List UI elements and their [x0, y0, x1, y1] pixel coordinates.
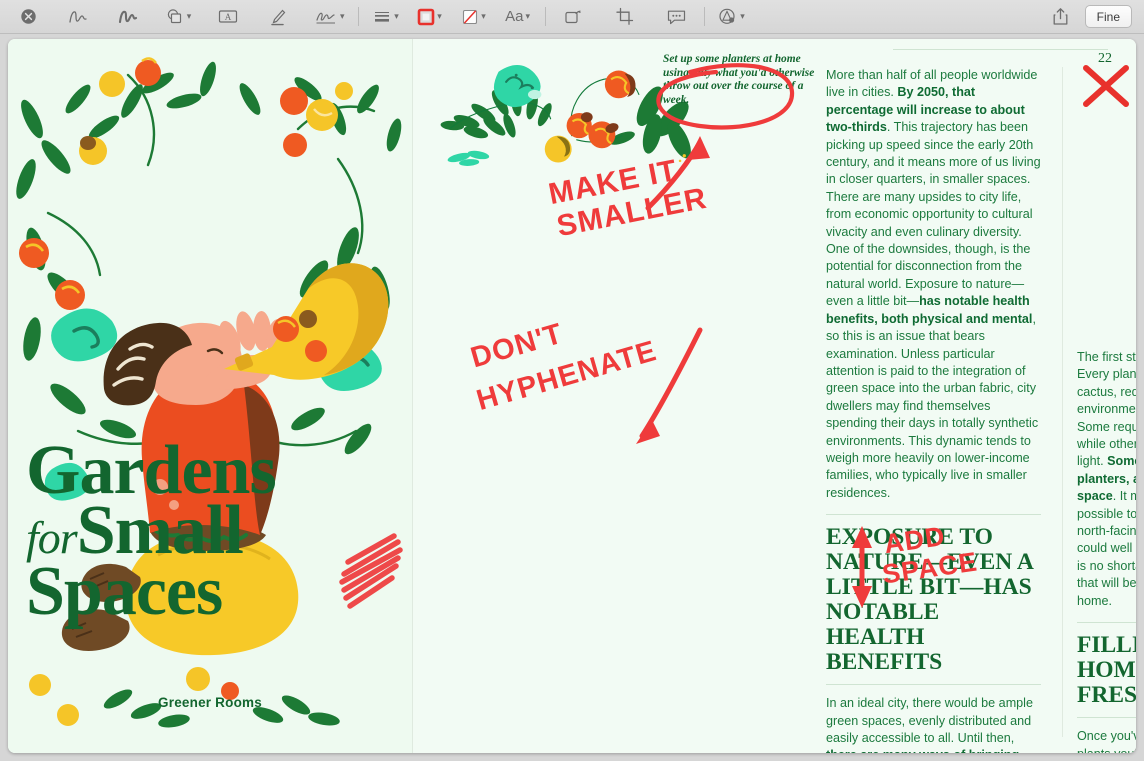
border-color-icon: [417, 8, 435, 25]
annotate-button[interactable]: [659, 4, 695, 30]
cover-illustration: [16, 57, 402, 728]
signature-tool-button[interactable]: ▾: [310, 4, 349, 30]
text-tool-button[interactable]: A: [210, 4, 246, 30]
speech-bubble-icon: [667, 10, 686, 24]
chevron-down-icon: ▾: [525, 11, 530, 21]
column1-paragraph-2: In an ideal city, there would be ample g…: [826, 696, 1033, 753]
chevron-down-icon: ▾: [481, 11, 486, 21]
share-button[interactable]: [1043, 4, 1079, 30]
close-circle-icon: [20, 9, 36, 24]
signature-icon: [316, 12, 335, 24]
fill-color-button[interactable]: ▾: [456, 4, 492, 30]
column2-paragraph-1: The first step is to pick your plants. E…: [1077, 350, 1136, 608]
article-column-1: More than half of all people worldwide l…: [826, 67, 1041, 753]
section-rule: [826, 684, 1041, 686]
column1-paragraph-1: More than half of all people worldwide l…: [826, 68, 1041, 500]
pull-quote: Set up some planters at home using only …: [663, 53, 815, 106]
toolbar-divider: [703, 7, 705, 26]
draw-tool-button[interactable]: [110, 4, 146, 30]
close-markup-button[interactable]: [10, 4, 46, 30]
border-color-button[interactable]: ▾: [412, 4, 448, 30]
share-icon: [1053, 8, 1068, 25]
draw-icon: [118, 10, 138, 23]
shape-style-button[interactable]: ▾: [368, 4, 404, 30]
markup-toolbar: ▾ A ▾ ▾ ▾ ▾ Aa ▾ ▾ Fine: [0, 0, 1144, 34]
shapes-tool-button[interactable]: ▾: [160, 4, 196, 30]
text-box-icon: A: [218, 10, 238, 23]
cover-title-line3: Spaces: [26, 552, 223, 630]
article-page: 22 Set up some planters at home using on…: [412, 39, 1136, 753]
section-rule: [826, 514, 1041, 516]
crop-icon: [615, 7, 633, 25]
rotate-button[interactable]: [555, 4, 591, 30]
toolbar-divider: [544, 7, 546, 26]
adjust-color-button[interactable]: ▾: [714, 4, 750, 30]
document-page[interactable]: Gardens forSmall Spaces Greener Rooms 22…: [8, 39, 1136, 753]
adjust-color-icon: [719, 8, 735, 24]
cover-title: Gardens forSmall Spaces: [26, 435, 406, 630]
spread-gutter: [412, 39, 413, 753]
shapes-icon: [167, 9, 181, 24]
highlight-tool-button[interactable]: [260, 4, 296, 30]
text-style-button[interactable]: Aa ▾: [500, 4, 536, 30]
chevron-down-icon: ▾: [740, 11, 745, 21]
column-divider: [1062, 67, 1063, 737]
svg-text:A: A: [225, 12, 232, 22]
chevron-down-icon: ▾: [437, 11, 442, 21]
toolbar-divider: [357, 7, 359, 26]
stroke-weight-icon: [375, 11, 390, 22]
sketch-icon: [69, 10, 87, 23]
text-style-icon: Aa: [505, 8, 524, 25]
cover-subtitle: Greener Rooms: [158, 695, 262, 710]
article-column-2: The first step is to pick your plants. E…: [1077, 349, 1136, 753]
markup-mode-button[interactable]: Fine: [1084, 5, 1132, 28]
column2-paragraph-2: Once you've decided what kind of plants …: [1077, 729, 1136, 753]
column1-heading: EXPOSURE TO NATURE—EVEN A LITTLE BIT—HAS…: [826, 524, 1033, 676]
section-rule: [1077, 622, 1136, 624]
chevron-down-icon: ▾: [394, 11, 399, 21]
markup-window: ▾ A ▾ ▾ ▾ ▾ Aa ▾ ▾ Fine Gardens forSmall…: [0, 0, 1144, 761]
highlight-pen-icon: [271, 9, 286, 25]
fill-color-icon: [463, 9, 478, 24]
rotate-icon: [564, 10, 581, 24]
chevron-down-icon: ▾: [186, 11, 192, 21]
column2-heading: FILLING YOUR HOME WITH FRESH AROMAS: [1077, 632, 1136, 709]
section-rule: [1077, 717, 1136, 719]
sketch-tool-button[interactable]: [60, 4, 96, 30]
article-columns: More than half of all people worldwide l…: [826, 39, 1136, 753]
magazine-spread: Gardens forSmall Spaces Greener Rooms 22…: [8, 39, 1136, 753]
chevron-down-icon: ▾: [340, 11, 345, 21]
cover-page: Gardens forSmall Spaces Greener Rooms: [8, 39, 412, 753]
crop-button[interactable]: [607, 4, 643, 30]
